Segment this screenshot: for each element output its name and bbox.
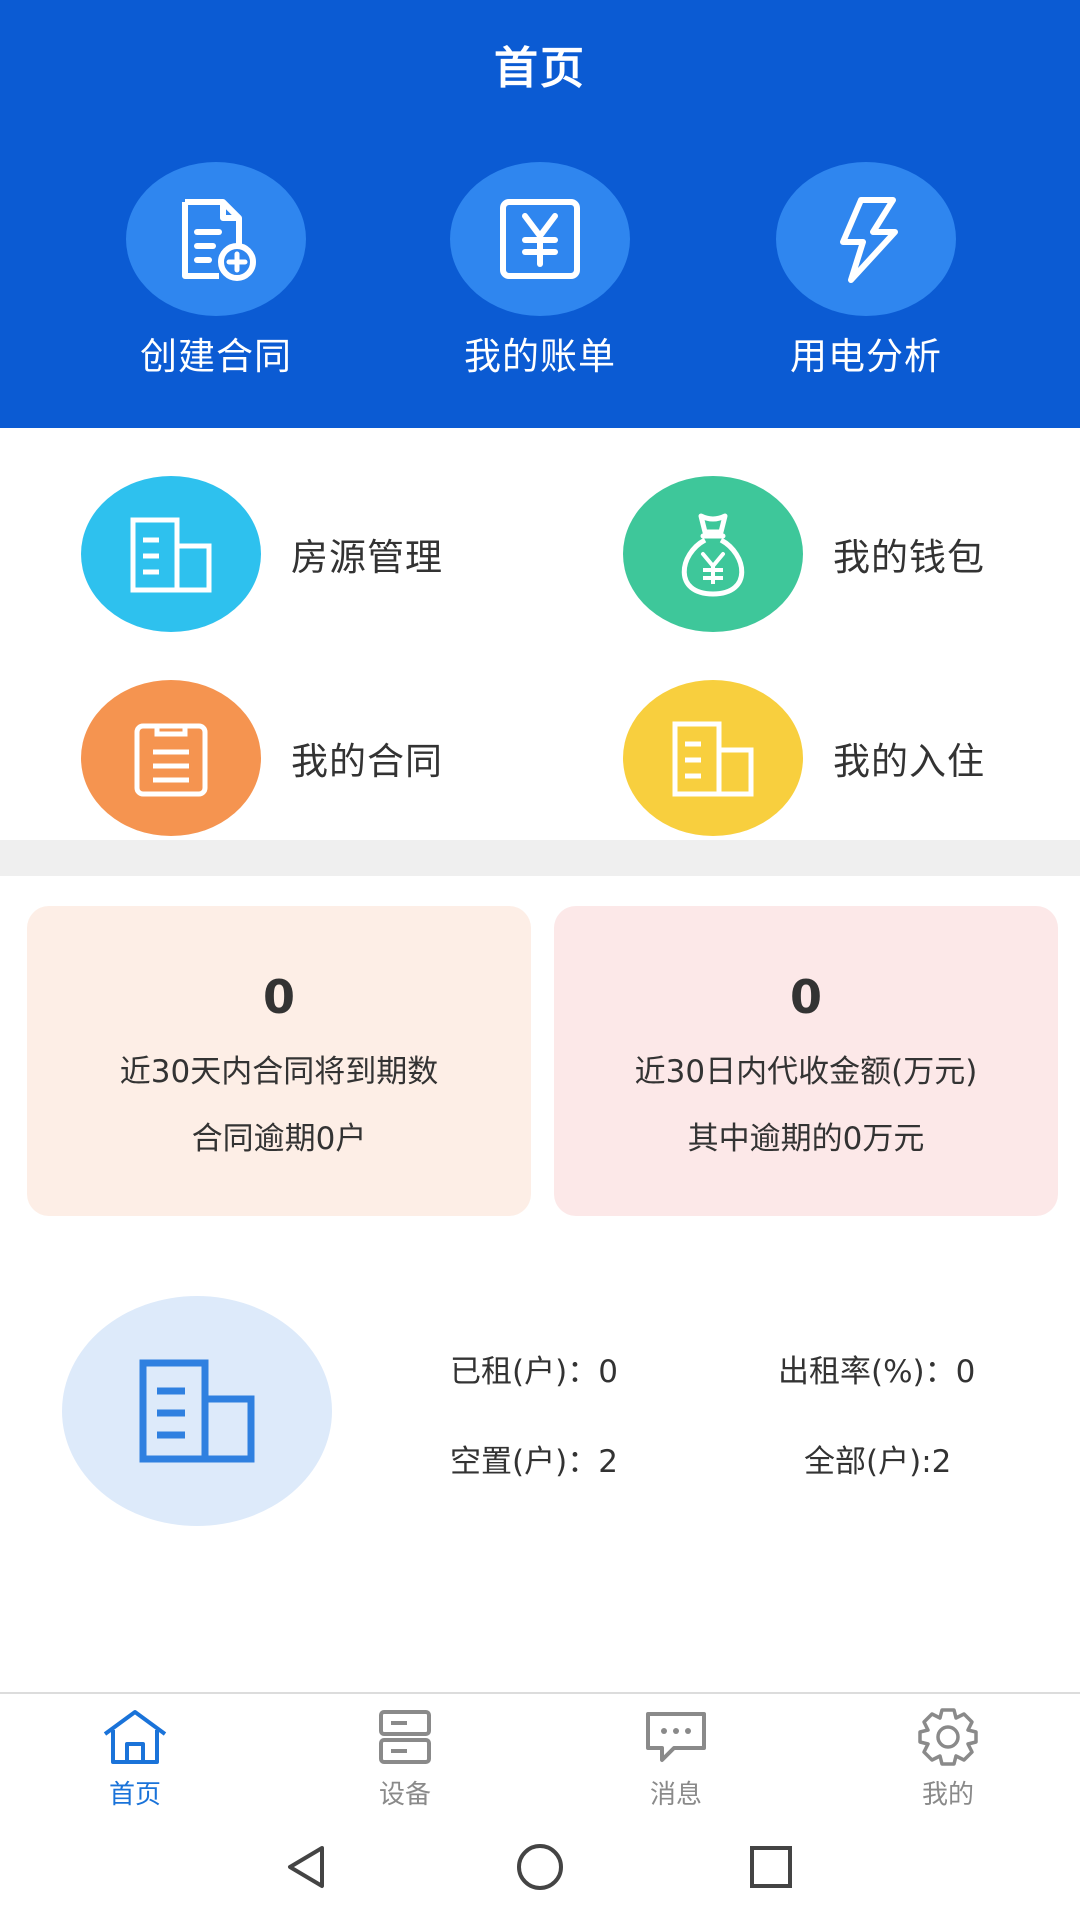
- tab-devices[interactable]: 设备: [335, 1708, 475, 1811]
- my-checkin-label: 我的入住: [833, 740, 985, 783]
- summary-building-circle: [62, 1296, 332, 1526]
- create-contract-button[interactable]: 创建合同: [86, 162, 346, 380]
- back-icon[interactable]: [282, 1842, 332, 1892]
- overdue-contracts-text: 合同逾期0户: [191, 1121, 367, 1157]
- collection-amount-value: 0: [789, 970, 822, 1024]
- my-bill-circle: [450, 162, 630, 316]
- tab-mine[interactable]: 我的: [878, 1708, 1018, 1811]
- tab-home[interactable]: 首页: [65, 1708, 205, 1811]
- section-divider: [0, 840, 1080, 876]
- tab-messages[interactable]: 消息: [606, 1708, 746, 1811]
- expiring-contracts-card[interactable]: 0 近30天内合同将到期数 合同逾期0户: [27, 906, 531, 1216]
- my-bill-button[interactable]: 我的账单: [410, 162, 670, 380]
- collection-amount-card[interactable]: 0 近30日内代收金额(万元) 其中逾期的0万元: [554, 906, 1058, 1216]
- power-analysis-label: 用电分析: [790, 335, 942, 378]
- recents-icon[interactable]: [746, 1842, 796, 1892]
- collection-amount-label: 近30日内代收金额(万元): [634, 1054, 978, 1090]
- my-checkin-circle: [623, 680, 803, 836]
- lightning-icon: [840, 197, 898, 283]
- home-icon: [103, 1710, 167, 1764]
- grid-item-my-contract[interactable]: 我的合同: [81, 680, 443, 836]
- document-add-icon: [182, 199, 256, 281]
- device-icon: [379, 1710, 431, 1764]
- my-contract-label: 我的合同: [291, 740, 443, 783]
- gear-icon: [918, 1708, 978, 1766]
- page-title: 首页: [494, 43, 586, 94]
- tab-home-label: 首页: [108, 1780, 161, 1810]
- create-contract-circle: [126, 162, 306, 316]
- message-icon: [646, 1712, 706, 1762]
- occupancy-rate: 出租率(%)：0: [778, 1354, 976, 1390]
- total-count: 全部(户):2: [804, 1444, 952, 1480]
- yuan-bill-icon: [500, 199, 580, 279]
- rented-count: 已租(户)：0: [450, 1354, 618, 1390]
- expiring-contracts-label: 近30天内合同将到期数: [119, 1054, 439, 1090]
- grid-item-my-wallet[interactable]: 我的钱包: [623, 476, 985, 632]
- overdue-amount-text: 其中逾期的0万元: [687, 1121, 925, 1157]
- building-icon: [130, 517, 212, 593]
- power-analysis-button[interactable]: 用电分析: [736, 162, 996, 380]
- create-contract-label: 创建合同: [140, 335, 292, 378]
- tab-mine-label: 我的: [921, 1780, 974, 1810]
- building-icon: [672, 721, 754, 797]
- header-banner: 首页 创建合同 我的账单 用电分析: [0, 0, 1080, 428]
- property-management-circle: [81, 476, 261, 632]
- expiring-contracts-count: 0: [262, 970, 295, 1024]
- home-circle-icon[interactable]: [514, 1842, 566, 1892]
- building-icon: [139, 1359, 255, 1463]
- tab-messages-label: 消息: [649, 1780, 702, 1810]
- my-wallet-label: 我的钱包: [833, 536, 985, 579]
- property-management-label: 房源管理: [291, 536, 443, 579]
- grid-item-my-checkin[interactable]: 我的入住: [623, 680, 985, 836]
- my-contract-circle: [81, 680, 261, 836]
- bottom-tab-bar: 首页 设备 消息 我的: [0, 1692, 1080, 1818]
- my-bill-label: 我的账单: [464, 335, 616, 378]
- clipboard-icon: [134, 723, 208, 797]
- system-navigation-bar: [0, 1818, 1080, 1920]
- vacant-count: 空置(户)：2: [450, 1444, 618, 1480]
- tab-devices-label: 设备: [378, 1780, 431, 1810]
- money-bag-icon: [681, 513, 745, 597]
- my-wallet-circle: [623, 476, 803, 632]
- grid-item-property-management[interactable]: 房源管理: [81, 476, 443, 632]
- power-analysis-circle: [776, 162, 956, 316]
